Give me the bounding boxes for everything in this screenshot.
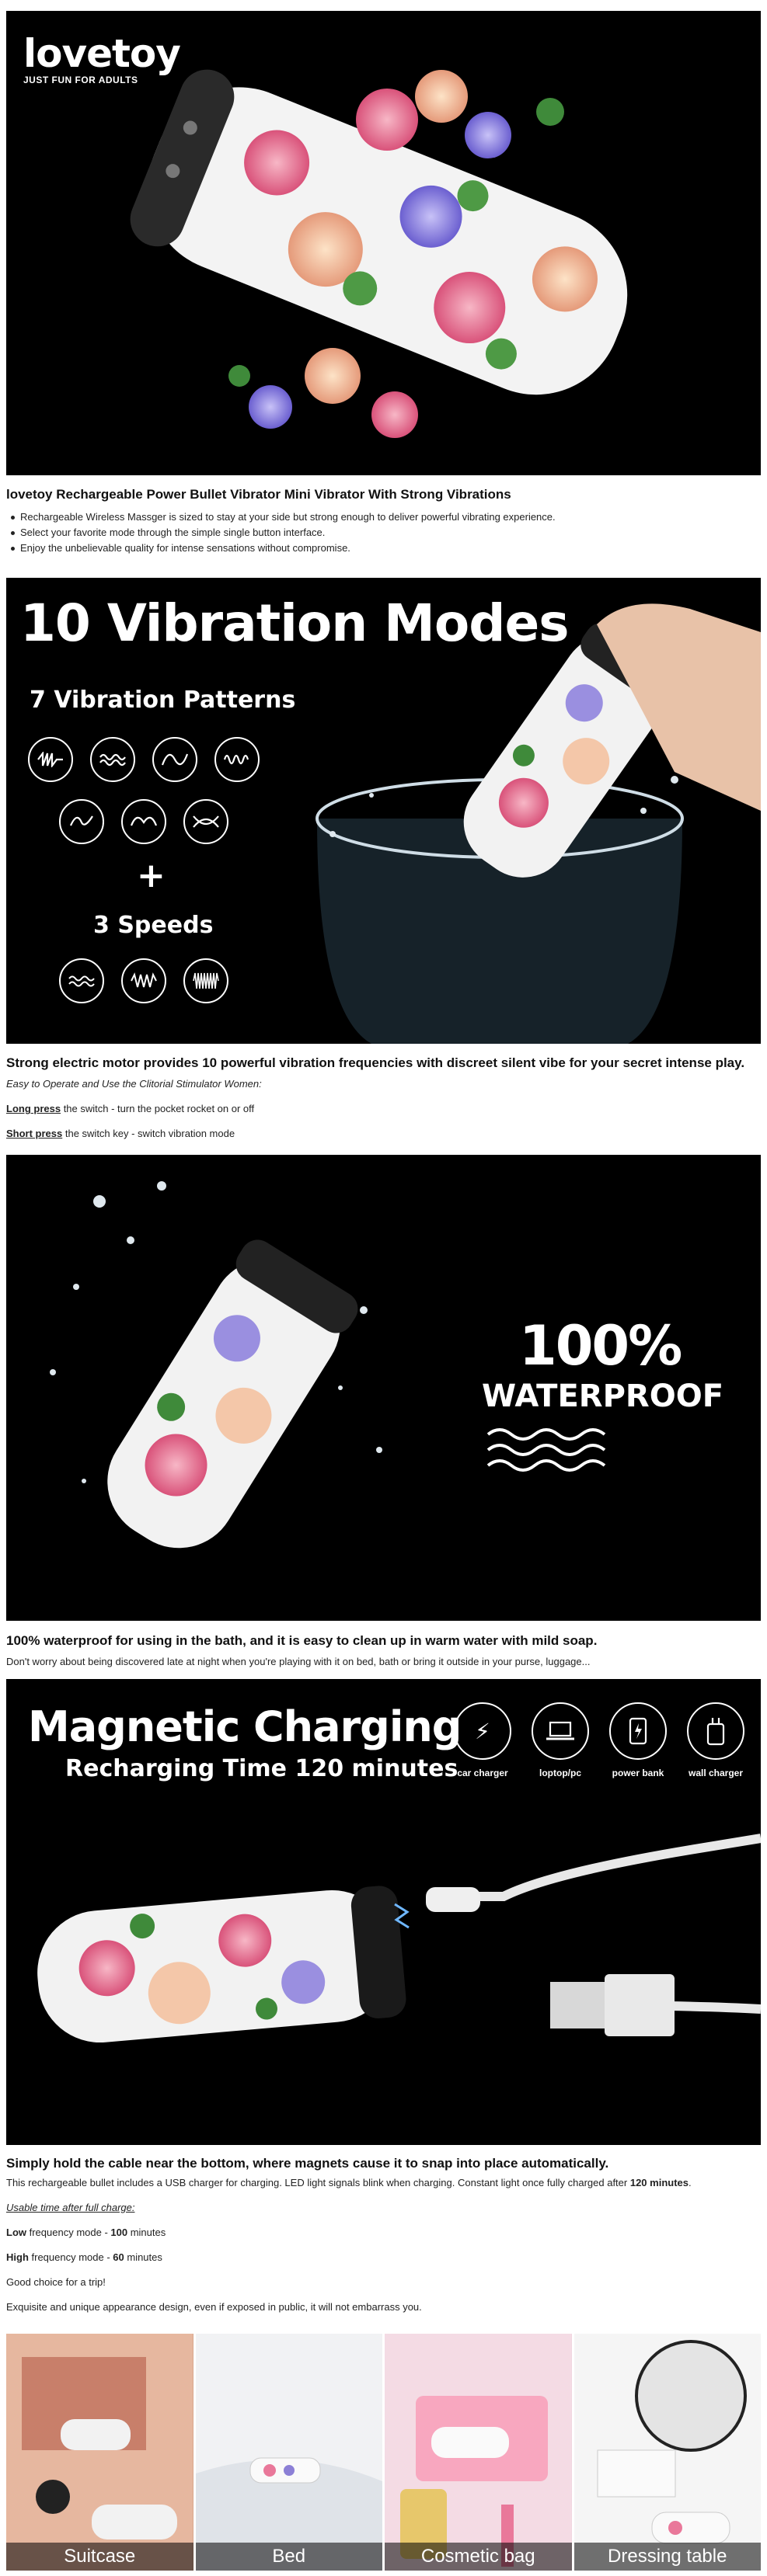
charging-section: Simply hold the cable near the bottom, w… <box>6 2155 761 2315</box>
charging-text: This rechargeable bullet includes a USB … <box>6 2177 692 2188</box>
design-line: Exquisite and unique appearance design, … <box>6 2301 422 2313</box>
feature-list: Rechargeable Wireless Massger is sized t… <box>6 509 761 556</box>
waterproof-banner: 100% WATERPROOF <box>6 1155 761 1621</box>
charging-banner: Magnetic Charging Recharging Time 120 mi… <box>6 1679 761 2145</box>
modes-section: Strong electric motor provides 10 powerf… <box>6 1055 761 1142</box>
modes-title: Strong electric motor provides 10 powerf… <box>6 1055 745 1070</box>
wave-pattern-icon <box>152 737 197 782</box>
waterproof-text: Don't worry about being discovered late … <box>6 1656 591 1667</box>
wave-pattern-icon <box>183 799 228 844</box>
waterproof-percent: 100% <box>519 1314 682 1378</box>
wave-pattern-icon <box>59 799 104 844</box>
usage-gallery: Suitcase Bed Cosmetic bag Dressing table <box>6 2334 761 2571</box>
wave-pattern-icon <box>121 799 166 844</box>
charging-product-image <box>37 1834 761 2043</box>
list-item: Enjoy the unbelievable quality for inten… <box>6 541 761 556</box>
wave-pattern-icon <box>28 737 73 782</box>
high-mode-line: High frequency mode - 60 minutes <box>6 2251 162 2263</box>
waterproof-title: 100% waterproof for using in the bath, a… <box>6 1633 598 1648</box>
wave-pattern-icon <box>90 737 135 782</box>
waterproof-section: 100% waterproof for using in the bath, a… <box>6 1632 761 1670</box>
patterns-label: 7 Vibration Patterns <box>30 687 296 714</box>
trip-line: Good choice for a trip! <box>6 2276 106 2288</box>
intro-section: lovetoy Rechargeable Power Bullet Vibrat… <box>6 486 761 556</box>
low-mode-line: Low frequency mode - 100 minutes <box>6 2227 166 2238</box>
speed-medium-icon <box>121 958 166 1003</box>
charging-title: Simply hold the cable near the bottom, w… <box>6 2156 609 2171</box>
gallery-tile-cosmetic-bag: Cosmetic bag <box>385 2334 572 2571</box>
list-item: Select your favorite mode through the si… <box>6 525 761 541</box>
gallery-tile-suitcase: Suitcase <box>6 2334 193 2571</box>
gallery-tile-bed: Bed <box>195 2334 382 2571</box>
gallery-tile-dressing-table: Dressing table <box>574 2334 761 2571</box>
waterproof-word: WATERPROOF <box>482 1378 724 1414</box>
product-image <box>130 69 628 438</box>
modes-headline: 10 Vibration Modes <box>20 593 569 653</box>
product-title: lovetoy Rechargeable Power Bullet Vibrat… <box>6 487 511 502</box>
modes-subtitle: Easy to Operate and Use the Clitorial St… <box>6 1078 262 1090</box>
wave-pattern-icon <box>214 737 260 782</box>
speed-low-icon <box>59 958 104 1003</box>
vibration-modes-banner: 10 Vibration Modes 7 Vibration Patterns … <box>6 578 761 1044</box>
usable-time-label: Usable time after full charge: <box>6 2202 135 2213</box>
hero-banner: lovetoy JUST FUN FOR ADULTS <box>6 11 761 475</box>
short-press-line: Short press the switch key - switch vibr… <box>6 1128 235 1139</box>
speed-high-icon <box>183 958 228 1003</box>
long-press-line: Long press the switch - turn the pocket … <box>6 1103 255 1114</box>
list-item: Rechargeable Wireless Massger is sized t… <box>6 509 761 525</box>
speeds-label: 3 Speeds <box>93 912 214 939</box>
plus-sign: + <box>137 856 166 895</box>
